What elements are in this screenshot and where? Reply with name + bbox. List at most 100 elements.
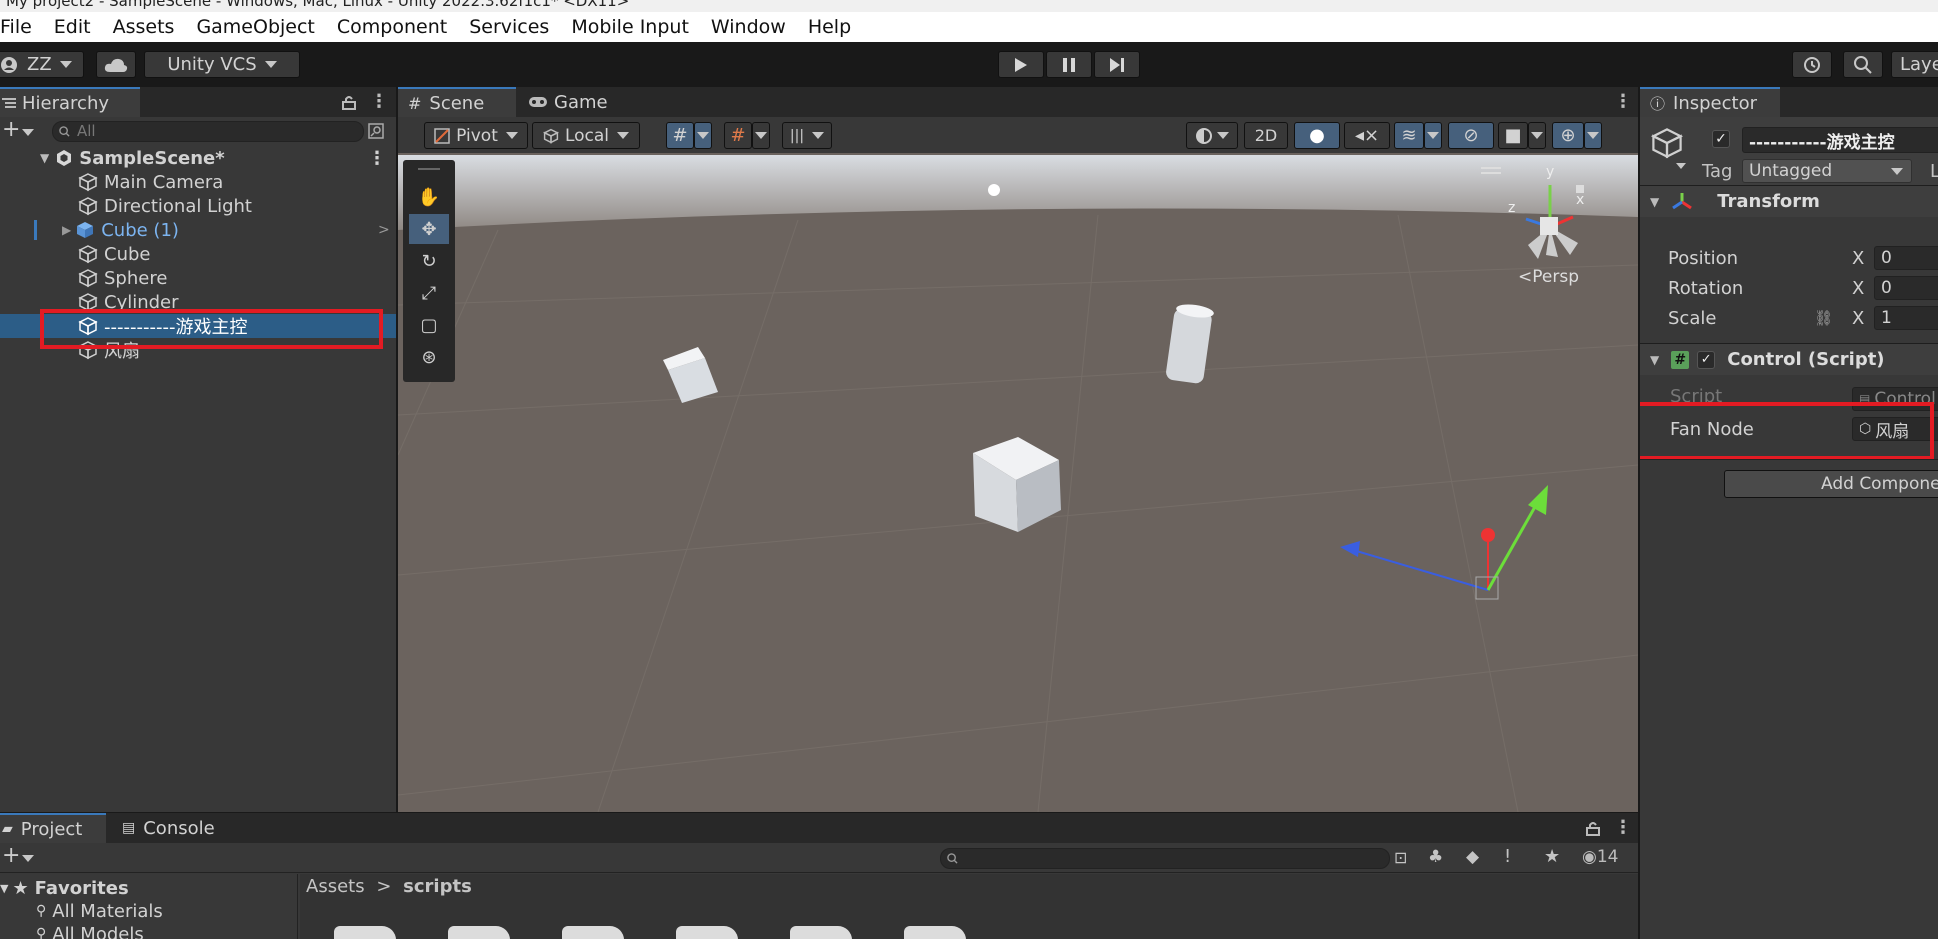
search-button[interactable] [1843,51,1883,78]
hierarchy-item-cylinder[interactable]: Cylinder [0,290,396,314]
hierarchy-search-input[interactable]: All [52,121,364,142]
hand-tool[interactable]: ✋ [409,182,449,212]
more-options-icon[interactable]: ⋮ [370,91,388,112]
add-icon[interactable]: + [2,843,20,868]
expand-arrow-icon[interactable]: ▼ [1650,195,1659,209]
transform-header[interactable]: ▼ Transform [1640,185,1938,217]
ruler-dropdown[interactable]: ||| [782,122,832,149]
breadcrumb-assets[interactable]: Assets [306,876,365,897]
script-enabled-checkbox[interactable]: ✓ [1697,350,1716,369]
move-tool[interactable]: ✥ [409,214,449,244]
search-options-icon[interactable]: ⊡ [1394,848,1407,867]
expand-arrow-icon[interactable]: ▼ [40,151,49,165]
grid-snap-dropdown[interactable] [694,122,712,149]
tab-console[interactable]: ▤ Console [112,813,222,843]
transform-tool[interactable]: ⊛ [409,342,449,372]
lock-icon[interactable] [1586,821,1600,836]
tag-dropdown[interactable]: Untagged [1742,159,1912,183]
effects-dropdown[interactable] [1424,122,1442,149]
shading-mode-dropdown[interactable] [1186,122,1238,149]
menu-services[interactable]: Services [458,16,560,38]
increment-snap-dropdown[interactable] [752,122,770,149]
link-icon[interactable]: ⛓ [1814,309,1833,327]
tab-inspector[interactable]: ⓘ Inspector [1640,87,1780,117]
tab-scene[interactable]: # Scene [398,87,516,117]
fan-node-field[interactable]: ⬡ 风扇 [1852,417,1938,441]
hierarchy-item-cube-1[interactable]: ▶ Cube (1) > [0,218,396,242]
scene-root-row[interactable]: ▼ SampleScene* ⋮ [0,146,396,170]
toggle-2d-button[interactable]: 2D [1244,122,1288,149]
chevron-down-icon[interactable] [1676,163,1686,169]
object-name-field[interactable]: -----------游戏主控 [1742,127,1938,153]
rotation-x-field[interactable]: 0 [1874,276,1938,300]
chevron-down-icon[interactable] [22,129,34,136]
lighting-toggle[interactable]: ● [1294,122,1340,149]
script-asset-thumbnail[interactable] [334,926,396,939]
menu-mobile-input[interactable]: Mobile Input [560,16,700,38]
gizmos-toggle[interactable]: ⊕ [1552,122,1584,149]
hidden-packages-toggle[interactable]: ◉14 [1582,847,1618,867]
search-options-icon[interactable] [368,123,384,139]
script-asset-thumbnail[interactable] [790,926,852,939]
script-asset-thumbnail[interactable] [448,926,510,939]
menu-window[interactable]: Window [700,16,797,38]
add-icon[interactable]: + [2,117,20,142]
scale-tool[interactable]: ⤢ [409,278,449,308]
label-tag-icon[interactable]: ◆ [1466,847,1479,867]
hierarchy-item-sphere[interactable]: Sphere [0,266,396,290]
expand-arrow-icon[interactable]: ▼ [1650,353,1659,367]
hierarchy-item-game-controller[interactable]: -----------游戏主控 [0,314,396,338]
hierarchy-item-cube[interactable]: Cube [0,242,396,266]
filter-type-icon[interactable]: ♣ [1428,847,1443,867]
unity-vcs-dropdown[interactable]: Unity VCS [144,51,300,78]
expand-arrow-icon[interactable]: ▼ [0,882,8,895]
script-asset-thumbnail[interactable] [562,926,624,939]
cloud-button[interactable] [96,51,136,78]
favorites-row[interactable]: ▼ ★ Favorites [0,876,297,900]
chevron-right-icon[interactable]: > [378,222,390,238]
favorite-star-icon[interactable]: ★ [1544,846,1560,867]
rotate-tool[interactable]: ↻ [409,246,449,276]
menu-component[interactable]: Component [326,16,458,38]
gizmos-dropdown[interactable] [1584,122,1602,149]
camera-settings-dropdown[interactable] [1528,122,1546,149]
lock-icon[interactable] [342,95,356,110]
step-button[interactable] [1094,51,1140,78]
project-search-input[interactable] [940,848,1390,869]
menu-gameobject[interactable]: GameObject [185,16,325,38]
rect-tool[interactable]: ▢ [409,310,449,340]
camera-settings-button[interactable]: ■ [1498,122,1528,149]
script-asset-thumbnail[interactable] [904,926,966,939]
grid-snap-button[interactable]: # [666,122,694,149]
tab-project[interactable]: ▰ Project [0,813,106,843]
menu-help[interactable]: Help [797,16,862,38]
scene-visibility-toggle[interactable]: ⊘ [1448,122,1494,149]
expand-arrow-icon[interactable]: ▶ [62,223,71,237]
play-button[interactable] [998,51,1044,78]
scale-x-field[interactable]: 1 [1874,306,1938,330]
drag-handle[interactable] [418,168,440,170]
hierarchy-item-main-camera[interactable]: Main Camera [0,170,396,194]
more-options-icon[interactable]: ⋮ [368,148,386,169]
add-component-button[interactable]: Add Compone [1724,470,1938,498]
hierarchy-item-directional-light[interactable]: Directional Light [0,194,396,218]
increment-snap-button[interactable]: # [724,122,752,149]
menu-edit[interactable]: Edit [43,16,102,38]
audio-toggle[interactable]: ◂× [1344,122,1390,149]
tab-game[interactable]: Game [518,87,618,117]
menu-assets[interactable]: Assets [102,16,186,38]
scene-viewport[interactable]: y x z <Persp [398,155,1638,812]
hierarchy-item-fan[interactable]: 风扇 [0,338,396,362]
chevron-down-icon[interactable] [22,855,34,862]
layers-dropdown[interactable]: Laye [1891,51,1938,78]
favorites-item-all-materials[interactable]: ⚲ All Materials [0,899,297,923]
script-asset-thumbnail[interactable] [676,926,738,939]
control-script-header[interactable]: ▼ # ✓ Control (Script) [1640,343,1938,375]
menu-file[interactable]: File [0,16,43,38]
pause-button[interactable] [1046,51,1092,78]
more-options-icon[interactable]: ⋮ [1614,91,1632,112]
effects-toggle[interactable]: ≋ [1394,122,1424,149]
pivot-dropdown[interactable]: Pivot [424,122,528,149]
active-checkbox[interactable]: ✓ [1712,130,1730,148]
position-x-field[interactable]: 0 [1874,246,1938,270]
